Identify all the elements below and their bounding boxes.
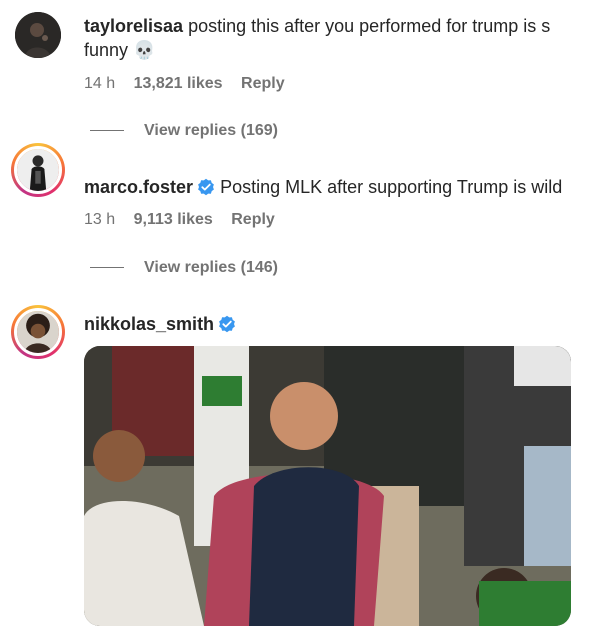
comment-meta: 13 h 9,113 likes Reply [84,210,289,230]
comment-meta: 14 h 13,821 likes Reply [84,74,299,94]
comment-text: posting this after you performed for tru… [188,16,551,36]
likes-count[interactable]: 13,821 likes [134,75,223,92]
comment-line: nikkolas_smith [84,312,603,336]
replies-divider [90,130,124,132]
view-replies-button[interactable]: View replies (146) [90,258,278,278]
avatar-marco-foster[interactable] [11,143,65,197]
comment-line: marco.foster Posting MLK after supportin… [84,175,603,199]
timestamp[interactable]: 14 h [84,75,115,92]
likes-count[interactable]: 9,113 likes [134,211,213,228]
username[interactable]: marco.foster [84,177,193,197]
username[interactable]: taylorelisaa [84,16,183,36]
comment-text: Posting MLK after supporting Trump is wi… [220,177,563,197]
view-replies-label: View replies (146) [144,259,278,276]
avatar-image [17,311,59,353]
avatar-nikkolas-smith[interactable] [11,305,65,359]
comment-line: taylorelisaa posting this after you perf… [84,14,603,38]
comment-text-continued: funny 💀 [84,40,156,60]
replies-divider [90,267,124,269]
verified-badge-icon [197,178,215,196]
view-replies-label: View replies (169) [144,122,278,139]
timestamp[interactable]: 13 h [84,211,115,228]
reply-button[interactable]: Reply [231,211,275,228]
gif-image[interactable] [84,346,571,626]
avatar-image [17,149,59,191]
gif-scene [84,346,571,626]
view-replies-button[interactable]: View replies (169) [90,121,278,141]
username[interactable]: nikkolas_smith [84,314,214,334]
avatar-taylorelisaa[interactable] [15,12,61,58]
avatar-image [15,12,61,58]
reply-button[interactable]: Reply [241,75,285,92]
verified-badge-icon [218,315,236,333]
